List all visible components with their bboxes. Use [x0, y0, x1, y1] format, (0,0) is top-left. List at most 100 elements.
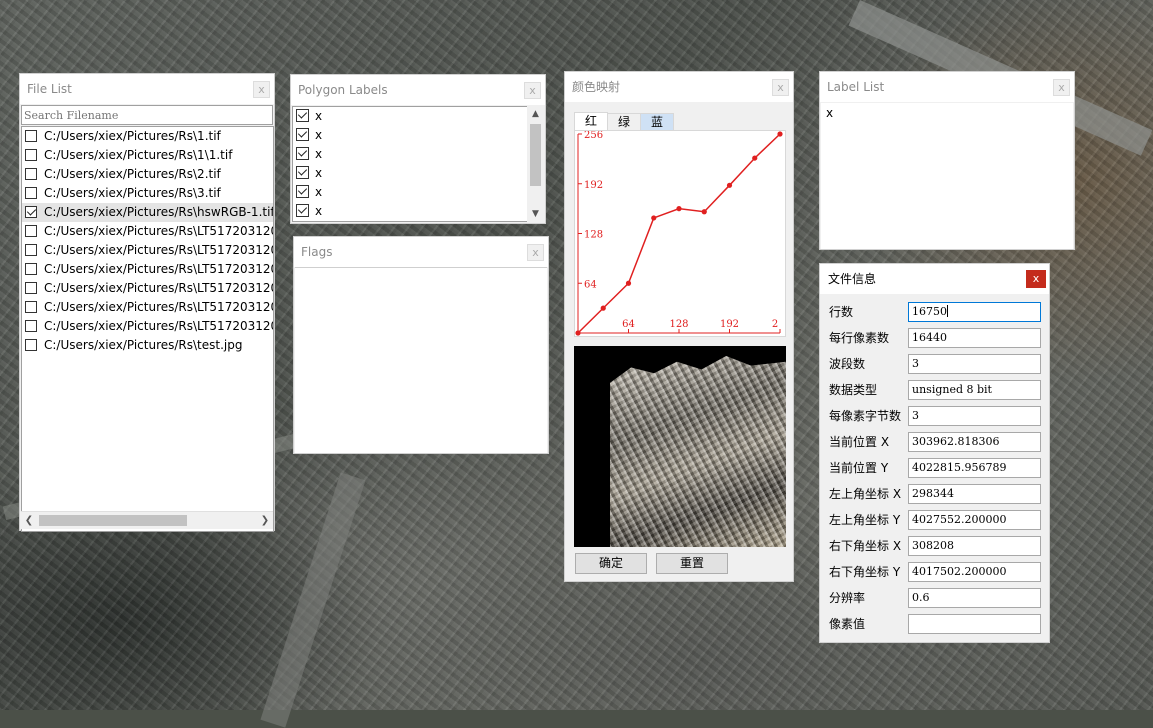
checkbox-icon[interactable] — [296, 147, 309, 160]
ok-button[interactable]: 确定 — [575, 553, 647, 574]
file-info-close-button[interactable]: x — [1026, 270, 1046, 288]
checkbox-icon[interactable] — [296, 128, 309, 141]
polygon-label-item[interactable]: x — [293, 107, 543, 126]
file-info-value-field[interactable]: 16440 — [908, 328, 1041, 348]
file-info-value-field[interactable]: 4022815.956789 — [908, 458, 1041, 478]
color-mapping-titlebar[interactable]: 颜色映射 x — [565, 72, 793, 102]
color-curve-chart[interactable]: 64 128 192 256 64 128 192 2 — [574, 130, 786, 337]
file-info-value: unsigned 8 bit — [912, 383, 992, 396]
file-info-value-field[interactable]: 303962.818306 — [908, 432, 1041, 452]
curve-control-point[interactable] — [625, 280, 632, 286]
file-list-titlebar[interactable]: File List x — [20, 74, 274, 104]
label-list-titlebar[interactable]: Label List x — [820, 72, 1074, 102]
color-mapping-close-button[interactable]: x — [772, 79, 789, 96]
file-list-close-button[interactable]: x — [253, 81, 270, 98]
polygon-labels-titlebar[interactable]: Polygon Labels x — [291, 75, 545, 105]
file-info-value-field[interactable]: 3 — [908, 406, 1041, 426]
file-info-value-field[interactable]: 298344 — [908, 484, 1041, 504]
polygon-labels-close-button[interactable]: x — [524, 82, 541, 99]
file-list-item[interactable]: C:/Users/xiex/Pictures/Rs\2.tif — [22, 165, 273, 184]
file-info-titlebar[interactable]: 文件信息 x — [820, 264, 1049, 294]
scroll-right-icon[interactable]: ❯ — [257, 512, 273, 529]
file-list-item[interactable]: C:/Users/xiex/Pictures/Rs\LT51720312000 — [22, 298, 273, 317]
polygon-label-item[interactable]: x — [293, 202, 543, 221]
file-list-item[interactable]: C:/Users/xiex/Pictures/Rs\3.tif — [22, 184, 273, 203]
file-info-label: 波段数 — [829, 357, 866, 371]
file-info-label: 每像素字节数 — [829, 409, 902, 423]
tab-blue[interactable]: 蓝 — [640, 113, 675, 131]
file-info-label: 分辨率 — [829, 591, 866, 605]
flags-titlebar[interactable]: Flags x — [294, 237, 548, 267]
polygon-label-item[interactable]: x — [293, 164, 543, 183]
curve-control-point[interactable] — [701, 209, 707, 215]
file-info-value-field[interactable]: 4027552.200000 — [908, 510, 1041, 530]
scroll-up-icon[interactable]: ▲ — [527, 106, 544, 122]
file-info-value-field[interactable]: 16750 — [908, 302, 1041, 322]
curve-control-point[interactable] — [726, 182, 733, 188]
list-item[interactable]: x — [826, 106, 1068, 120]
file-info-value-field[interactable]: 3 — [908, 354, 1041, 374]
file-info-value-field[interactable]: 308208 — [908, 536, 1041, 556]
curve-control-point[interactable] — [676, 206, 682, 212]
polygon-label-item[interactable]: x — [293, 183, 543, 202]
reset-button[interactable]: 重置 — [656, 553, 728, 574]
tab-red[interactable]: 红 — [574, 112, 609, 131]
checkbox-icon[interactable] — [25, 301, 37, 313]
checkbox-icon[interactable] — [25, 282, 37, 294]
flags-close-button[interactable]: x — [527, 244, 544, 261]
checkbox-icon[interactable] — [25, 187, 37, 199]
polygon-label-item[interactable]: x — [293, 126, 543, 145]
text-caret — [947, 305, 948, 317]
curve-line[interactable] — [577, 133, 781, 334]
checkbox-icon[interactable] — [25, 168, 37, 180]
curve-control-point[interactable] — [777, 131, 783, 137]
flags-list-box[interactable] — [295, 267, 547, 453]
scrollbar-thumb[interactable] — [39, 515, 187, 526]
file-list-item[interactable]: C:/Users/xiex/Pictures/Rs\1\1.tif — [22, 146, 273, 165]
file-list-item[interactable]: C:/Users/xiex/Pictures/Rs\LT51720312000 — [22, 317, 273, 336]
file-list-item[interactable]: C:/Users/xiex/Pictures/Rs\LT51720312000 — [22, 241, 273, 260]
curve-control-point[interactable] — [575, 330, 581, 336]
file-info-value-field[interactable]: 0.6 — [908, 588, 1041, 608]
file-list-item[interactable]: C:/Users/xiex/Pictures/Rs\LT51720312000 — [22, 279, 273, 298]
tab-green[interactable]: 绿 — [607, 113, 642, 131]
checkbox-icon[interactable] — [25, 339, 37, 351]
file-info-value-field[interactable]: 4017502.200000 — [908, 562, 1041, 582]
curve-control-point[interactable] — [651, 215, 657, 221]
horizontal-scrollbar[interactable]: ❮ ❯ — [21, 511, 273, 529]
checkbox-icon[interactable] — [296, 109, 309, 122]
checkbox-icon[interactable] — [296, 204, 309, 217]
file-list-item[interactable]: C:/Users/xiex/Pictures/Rs\LT51720312000 — [22, 260, 273, 279]
checkbox-icon[interactable] — [25, 263, 37, 275]
label-list-close-button[interactable]: x — [1053, 79, 1070, 96]
file-list-item[interactable]: C:/Users/xiex/Pictures/Rs\test.jpg — [22, 336, 273, 355]
curve-svg[interactable]: 64 128 192 256 64 128 192 2 — [575, 131, 785, 336]
checkbox-icon[interactable] — [25, 130, 37, 142]
file-list-item[interactable]: C:/Users/xiex/Pictures/Rs\LT51720312000 — [22, 222, 273, 241]
polygon-label-item[interactable]: x — [293, 145, 543, 164]
curve-control-point[interactable] — [752, 155, 758, 161]
checkbox-icon[interactable] — [25, 149, 37, 161]
scroll-left-icon[interactable]: ❮ — [21, 512, 37, 529]
scrollbar-thumb[interactable] — [530, 124, 541, 186]
polygon-labels-title: Polygon Labels — [298, 83, 388, 97]
checkbox-icon[interactable] — [25, 225, 37, 237]
checkbox-icon[interactable] — [25, 206, 37, 218]
file-list-item[interactable]: C:/Users/xiex/Pictures/Rs\1.tif — [22, 127, 273, 146]
scroll-down-icon[interactable]: ▼ — [527, 206, 544, 222]
file-info-value: 16750 — [912, 305, 947, 318]
checkbox-icon[interactable] — [25, 320, 37, 332]
file-info-value-field[interactable] — [908, 614, 1041, 634]
checkbox-icon[interactable] — [25, 244, 37, 256]
file-path: C:/Users/xiex/Pictures/Rs\LT51720312000 — [44, 319, 274, 333]
curve-control-point[interactable] — [600, 305, 606, 311]
file-path: C:/Users/xiex/Pictures/Rs\LT51720312000 — [44, 300, 274, 314]
search-filename-input[interactable] — [21, 105, 273, 125]
checkbox-icon[interactable] — [296, 185, 309, 198]
file-path: C:/Users/xiex/Pictures/Rs\LT51720312000 — [44, 243, 274, 257]
file-info-label: 每行像素数 — [829, 331, 890, 345]
file-list-item[interactable]: C:/Users/xiex/Pictures/Rs\hswRGB-1.tif — [22, 203, 273, 222]
vertical-scrollbar[interactable]: ▲ ▼ — [527, 106, 544, 222]
checkbox-icon[interactable] — [296, 166, 309, 179]
file-info-value-field[interactable]: unsigned 8 bit — [908, 380, 1041, 400]
